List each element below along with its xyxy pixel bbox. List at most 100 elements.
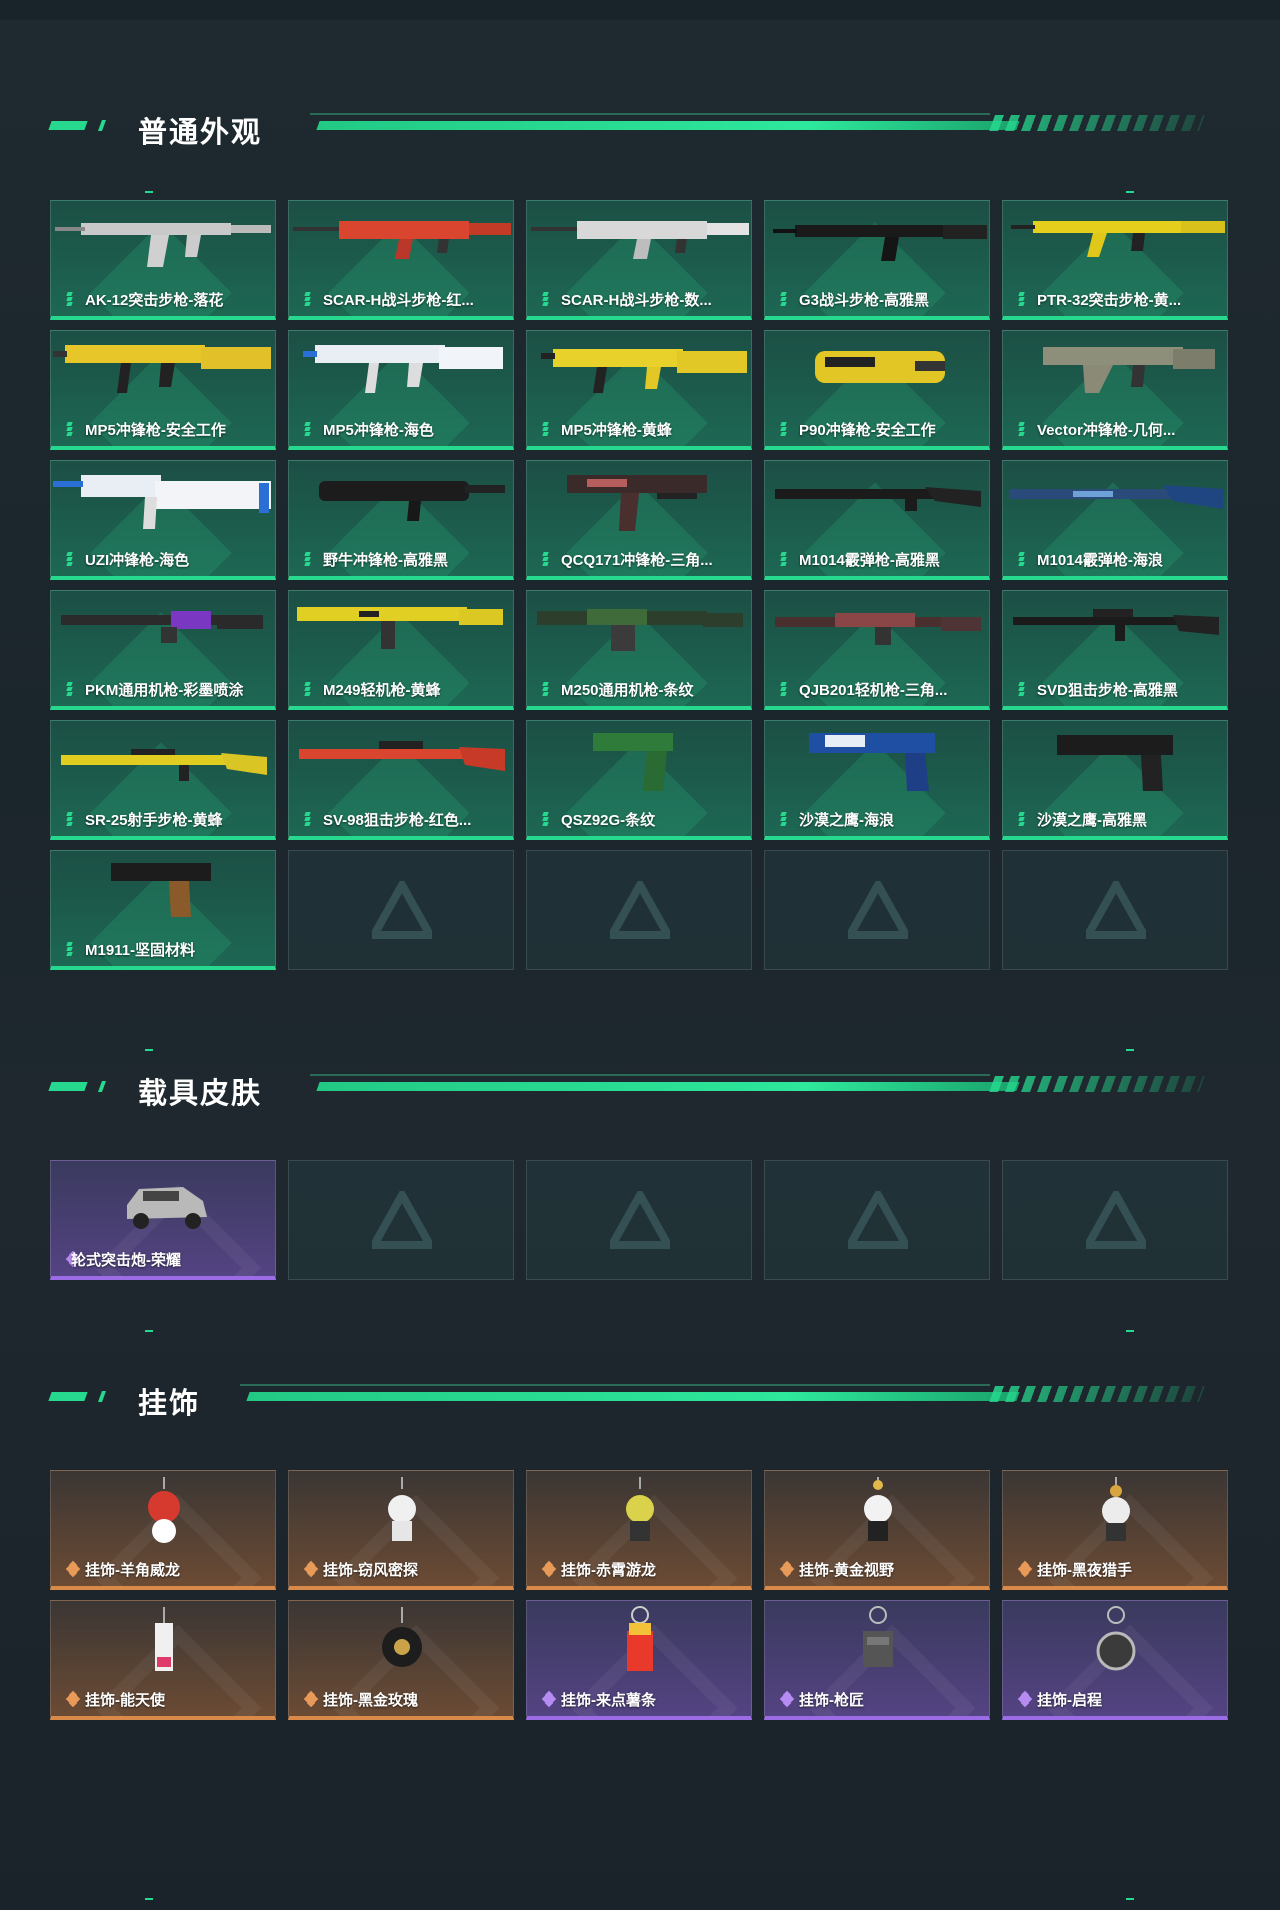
item-card[interactable]: P90冲锋枪-安全工作 [764,330,990,450]
rifle-image [55,223,271,267]
rarity-mark [541,1690,557,1708]
corner-tick [145,1049,153,1051]
header-checker-pattern [989,1076,1205,1092]
empty-slot [526,1160,752,1280]
machinegun-image [775,613,981,645]
item-card[interactable]: M249轻机枪-黄蜂 [288,590,514,710]
rarity-mark [66,942,79,956]
smg-image [53,345,271,393]
item-card[interactable]: 挂饰-黄金视野 [764,1470,990,1590]
rarity-mark [780,422,793,436]
item-card[interactable]: 挂饰-枪匠 [764,1600,990,1720]
rarity-mark [542,682,555,696]
item-label: QCQ171冲锋枪-三角... [561,552,713,569]
item-card[interactable]: SV-98狙击步枪-红色... [288,720,514,840]
section-charms: 挂饰 挂饰-羊角威龙 挂饰-窃风密探 挂饰-赤霄游龙 挂饰-黄金视野 挂饰-黑夜… [0,1378,1280,1900]
item-label: MP5冲锋枪-海色 [323,422,434,439]
corner-tick [1126,191,1134,193]
header-accent-tick [97,1081,107,1092]
item-card[interactable]: G3战斗步枪-高雅黑 [764,200,990,320]
item-card[interactable]: SCAR-H战斗步枪-红... [288,200,514,320]
item-label: M249轻机枪-黄蜂 [323,682,441,699]
item-card[interactable]: Vector冲锋枪-几何... [1002,330,1228,450]
item-card[interactable]: M1014霰弹枪-高雅黑 [764,460,990,580]
rarity-mark [1018,292,1031,306]
empty-slot [764,1160,990,1280]
item-card[interactable]: 沙漠之鹰-海浪 [764,720,990,840]
item-card[interactable]: 挂饰-黑夜猎手 [1002,1470,1228,1590]
item-card[interactable]: UZI冲锋枪-海色 [50,460,276,580]
item-label: 挂饰-启程 [1037,1692,1102,1709]
item-card[interactable]: 轮式突击炮-荣耀 [50,1160,276,1280]
item-card[interactable]: MP5冲锋枪-黄蜂 [526,330,752,450]
item-card[interactable]: 挂饰-羊角威龙 [50,1470,276,1590]
rarity-mark [1018,422,1031,436]
item-label: P90冲锋枪-安全工作 [799,422,936,439]
item-card[interactable]: PKM通用机枪-彩墨喷涂 [50,590,276,710]
item-label: M1911-坚固材料 [85,942,196,959]
header-accent-tick [97,120,107,131]
rarity-mark [541,1560,557,1578]
item-card[interactable]: 挂饰-启程 [1002,1600,1228,1720]
rarity-mark [542,422,555,436]
item-label: M1014霰弹枪-海浪 [1037,552,1163,569]
item-card[interactable]: PTR-32突击步枪-黄... [1002,200,1228,320]
placeholder-logo-icon [848,1191,908,1249]
rarity-mark [780,812,793,826]
item-label: MP5冲锋枪-安全工作 [85,422,226,439]
rarity-mark [66,812,79,826]
item-card[interactable]: 挂饰-赤霄游龙 [526,1470,752,1590]
rarity-mark [66,552,79,566]
item-card[interactable]: MP5冲锋枪-安全工作 [50,330,276,450]
machinegun-image [61,611,263,643]
charm-image [627,1606,653,1671]
header-checker-pattern [989,115,1205,131]
item-card[interactable]: 沙漠之鹰-高雅黑 [1002,720,1228,840]
pistol-image [809,733,935,791]
empty-slot [1002,850,1228,970]
header-line [316,1082,1020,1091]
item-card[interactable]: QCQ171冲锋枪-三角... [526,460,752,580]
item-label: 挂饰-枪匠 [799,1692,864,1709]
smg-image [303,345,503,393]
item-card[interactable]: 挂饰-来点薯条 [526,1600,752,1720]
rarity-mark [303,1690,319,1708]
placeholder-logo-icon [610,881,670,939]
item-card[interactable]: 挂饰-窃风密探 [288,1470,514,1590]
item-label: SR-25射手步枪-黄蜂 [85,812,223,829]
item-card[interactable]: M1014霰弹枪-海浪 [1002,460,1228,580]
pistol-image [111,863,211,917]
item-card[interactable]: SVD狙击步枪-高雅黑 [1002,590,1228,710]
smg-image [1043,347,1215,393]
header-thin-line [310,113,990,115]
item-card[interactable]: SCAR-H战斗步枪-数... [526,200,752,320]
rifle-image [531,221,749,259]
rarity-mark [304,812,317,826]
item-card[interactable]: M250通用机枪-条纹 [526,590,752,710]
item-card[interactable]: 野牛冲锋枪-高雅黑 [288,460,514,580]
item-card[interactable]: 挂饰-黑金玫瑰 [288,1600,514,1720]
charm-image [148,1477,180,1543]
header-checker-pattern [989,1386,1205,1402]
rarity-mark [542,292,555,306]
section-title: 普通外观 [138,115,263,149]
item-card[interactable]: SR-25射手步枪-黄蜂 [50,720,276,840]
item-label: 挂饰-黑夜猎手 [1037,1562,1132,1579]
section-header: 载具皮肤 [0,1068,1280,1110]
item-card[interactable]: 挂饰-能天使 [50,1600,276,1720]
item-card[interactable]: QSZ92G-条纹 [526,720,752,840]
rifle-image [1011,221,1225,257]
header-line [316,121,1020,130]
item-label: G3战斗步枪-高雅黑 [799,292,930,309]
charm-image [388,1477,416,1541]
item-label: 挂饰-来点薯条 [561,1692,656,1709]
empty-slot [288,850,514,970]
item-card[interactable]: QJB201轻机枪-三角... [764,590,990,710]
placeholder-logo-icon [372,881,432,939]
rarity-mark [304,552,317,566]
item-card[interactable]: AK-12突击步枪-落花 [50,200,276,320]
corner-tick [145,1330,153,1332]
item-card[interactable]: MP5冲锋枪-海色 [288,330,514,450]
item-label: 沙漠之鹰-海浪 [799,812,894,829]
item-card[interactable]: M1911-坚固材料 [50,850,276,970]
